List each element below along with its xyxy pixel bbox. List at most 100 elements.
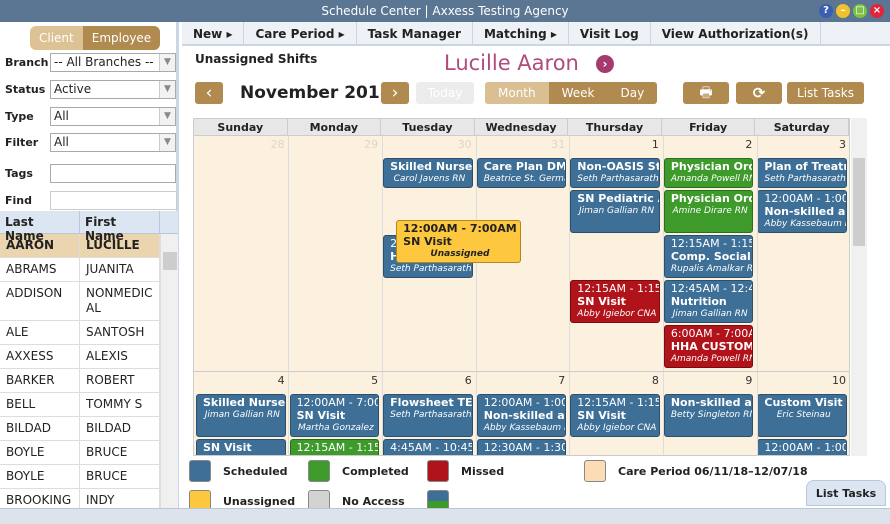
day-number[interactable]: 10 xyxy=(755,372,849,392)
last-name-header[interactable]: Last Name xyxy=(0,211,80,243)
patient-row[interactable]: BILDAD BILDAD xyxy=(0,417,178,441)
calendar-event[interactable]: Custom Visit Eric Steinau xyxy=(757,394,847,437)
month-view-button[interactable]: Month xyxy=(485,82,549,104)
legend-item: Completed xyxy=(308,460,409,482)
find-input[interactable] xyxy=(49,191,177,210)
event-staff: Eric Steinau xyxy=(776,410,831,420)
calendar-event[interactable]: Care Plan DMBeatrice St. Germain RN xyxy=(476,158,567,188)
next-month-button[interactable]: › xyxy=(381,82,409,104)
calendar-event[interactable]: Non-OASIS StartSeth Parthasarathi RN xyxy=(570,158,660,188)
minimize-icon[interactable]: – xyxy=(836,4,850,18)
calendar-event[interactable]: 12:15AM - 1:15AMSN VisitAbby Igiebor CNA… xyxy=(570,394,660,437)
list-tasks-tab[interactable]: List Tasks xyxy=(806,480,886,506)
prev-month-button[interactable]: ‹ xyxy=(195,82,223,104)
close-icon[interactable]: × xyxy=(870,4,884,18)
day-number[interactable]: 1 xyxy=(568,136,662,156)
calendar-event[interactable]: 12:00AM - 7:00AMSN VisitMartha Gonzalez xyxy=(289,394,380,437)
event-title: HHA CUSTOM VISIT xyxy=(670,340,754,353)
day-number[interactable]: 29 xyxy=(288,136,382,156)
calendar-scrollbar[interactable] xyxy=(851,118,867,456)
day-number[interactable]: 3 xyxy=(755,136,849,156)
event-time: 12:30AM - 1:30AM xyxy=(483,441,566,454)
patient-row[interactable]: BOYLE BRUCE xyxy=(0,441,178,465)
calendar-event[interactable]: 12:00AM - 7:00AM SN Visit Unassigned xyxy=(396,220,521,263)
event-title: SN Visit xyxy=(203,441,252,454)
day-number[interactable]: 28 xyxy=(194,136,288,156)
week-view-button[interactable]: Week xyxy=(548,82,608,104)
day-number[interactable]: 31 xyxy=(475,136,569,156)
day-number[interactable]: 4 xyxy=(194,372,288,392)
calendar-event[interactable]: SN VisitAkash Joshi RN xyxy=(196,439,286,455)
event-staff: Betty Singleton RN xyxy=(670,410,754,420)
patient-row[interactable]: BOYLE BRUCE xyxy=(0,465,178,489)
first-name: SANTOSH xyxy=(80,321,160,344)
menu-item-2[interactable]: Task Manager xyxy=(357,22,473,44)
calendar-event[interactable]: 12:15AM - 1:15AMSN VisitAbby Igiebor CNA… xyxy=(289,439,380,455)
patient-row[interactable]: BELL TOMMY S xyxy=(0,393,178,417)
calendar-event[interactable]: 12:00AM - 1:00AMNon-skilled assistanceAb… xyxy=(476,394,567,437)
calendar-event[interactable]: 12:30AM - 1:30AMNon-OASIS StartAnusha Bo… xyxy=(476,439,567,455)
calendar-event[interactable]: 12:15AM - 1:15AMSN VisitAbby Igiebor CNA… xyxy=(570,280,660,323)
calendar-event[interactable]: Flowsheet TESTSeth Parthasarathi RN xyxy=(383,394,473,437)
menu-item-3[interactable]: Matching ▸ xyxy=(473,22,569,44)
calendar-event[interactable]: 6:00AM - 7:00AMHHA CUSTOM VISITAmanda Po… xyxy=(663,325,754,368)
client-toggle[interactable]: Client xyxy=(30,26,83,50)
list-tasks-button[interactable]: List Tasks xyxy=(787,82,864,104)
filter-label: Filter xyxy=(5,136,39,149)
employee-toggle[interactable]: Employee xyxy=(82,26,161,50)
event-title: AM HHA visit xyxy=(390,454,471,455)
menu-item-0[interactable]: New ▸ xyxy=(182,22,245,44)
menu-item-1[interactable]: Care Period ▸ xyxy=(244,22,357,44)
patient-row[interactable]: ADDISON NONMEDICAL xyxy=(0,282,178,321)
day-number[interactable]: 7 xyxy=(475,372,569,392)
patient-list-scrollbar[interactable] xyxy=(160,234,178,524)
tags-input[interactable] xyxy=(50,164,176,183)
type-select[interactable]: All ▼ xyxy=(50,107,176,126)
menu-item-5[interactable]: View Authorization(s) xyxy=(651,22,821,44)
calendar-event[interactable]: Non-skilled assistanceBetty Singleton RN xyxy=(663,394,754,437)
unassigned-shifts-link[interactable]: Unassigned Shifts xyxy=(195,52,317,66)
maximize-icon[interactable]: □ xyxy=(853,4,867,18)
chevron-down-icon[interactable]: ▼ xyxy=(159,54,175,71)
calendar-event[interactable]: Physician OrderAmanda Powell RN xyxy=(663,158,754,188)
event-title: Skilled Nurse Visit xyxy=(390,160,473,173)
chevron-down-icon[interactable]: ▼ xyxy=(159,134,175,151)
status-select[interactable]: Active ▼ xyxy=(50,80,176,99)
patient-row[interactable]: AARON LUCILLE xyxy=(0,234,178,258)
legend-swatch xyxy=(427,460,449,482)
day-number[interactable]: 6 xyxy=(381,372,475,392)
calendar-event[interactable]: 12:45AM - 12:45AMNutritionJiman Gallian … xyxy=(663,280,754,323)
calendar-event[interactable]: 12:00AM - 1:00AMNon-skilled assistanceAb… xyxy=(757,439,847,455)
patient-row[interactable]: AXXESS ALEXIS xyxy=(0,345,178,369)
day-number[interactable]: 5 xyxy=(288,372,382,392)
calendar-event[interactable]: 12:15AM - 1:15AMComp. Social WorkRupalis… xyxy=(663,235,754,278)
help-icon[interactable]: ? xyxy=(819,4,833,18)
calendar-event[interactable]: SN Pediatric AssessmentJiman Gallian RN xyxy=(570,190,660,233)
calendar-event[interactable]: Physician OrderAmine Dirare RN xyxy=(663,190,754,233)
chevron-down-icon[interactable]: ▼ xyxy=(159,108,175,125)
patient-list-header: Last Name First Name xyxy=(0,211,178,243)
day-number[interactable]: 9 xyxy=(662,372,756,392)
today-button[interactable]: Today xyxy=(416,82,474,104)
chevron-down-icon[interactable]: ▼ xyxy=(159,81,175,98)
refresh-icon[interactable]: ⟳ xyxy=(736,82,782,104)
branch-select[interactable]: -- All Branches -- ▼ xyxy=(50,53,176,72)
calendar-event[interactable]: 12:00AM - 1:00AMNon-skilled assistanceAb… xyxy=(757,190,847,233)
print-icon[interactable]: 🖶 xyxy=(683,82,729,104)
patient-row[interactable]: BARKER ROBERT xyxy=(0,369,178,393)
calendar-event[interactable]: Skilled Nurse VisitJiman Gallian RN xyxy=(196,394,286,437)
day-number[interactable]: 2 xyxy=(662,136,756,156)
filter-select[interactable]: All ▼ xyxy=(50,133,176,152)
patient-row[interactable]: ALE SANTOSH xyxy=(0,321,178,345)
legend-label: Care Period 06/11/18–12/07/18 xyxy=(618,464,808,478)
day-number[interactable]: 8 xyxy=(568,372,662,392)
first-name-header[interactable]: First Name xyxy=(80,211,160,243)
day-number[interactable]: 30 xyxy=(381,136,475,156)
day-view-button[interactable]: Day xyxy=(607,82,658,104)
chevron-right-icon[interactable]: › xyxy=(596,55,614,73)
patient-row[interactable]: ABRAMS JUANITA xyxy=(0,258,178,282)
calendar-event[interactable]: 4:45AM - 10:45AMAM HHA visitJiman Gallia… xyxy=(383,439,473,455)
menu-item-4[interactable]: Visit Log xyxy=(569,22,651,44)
calendar-event[interactable]: Plan of TreatmentSeth Parthasarathi RN xyxy=(757,158,847,188)
calendar-event[interactable]: Skilled Nurse VisitCarol Javens RN xyxy=(383,158,473,188)
